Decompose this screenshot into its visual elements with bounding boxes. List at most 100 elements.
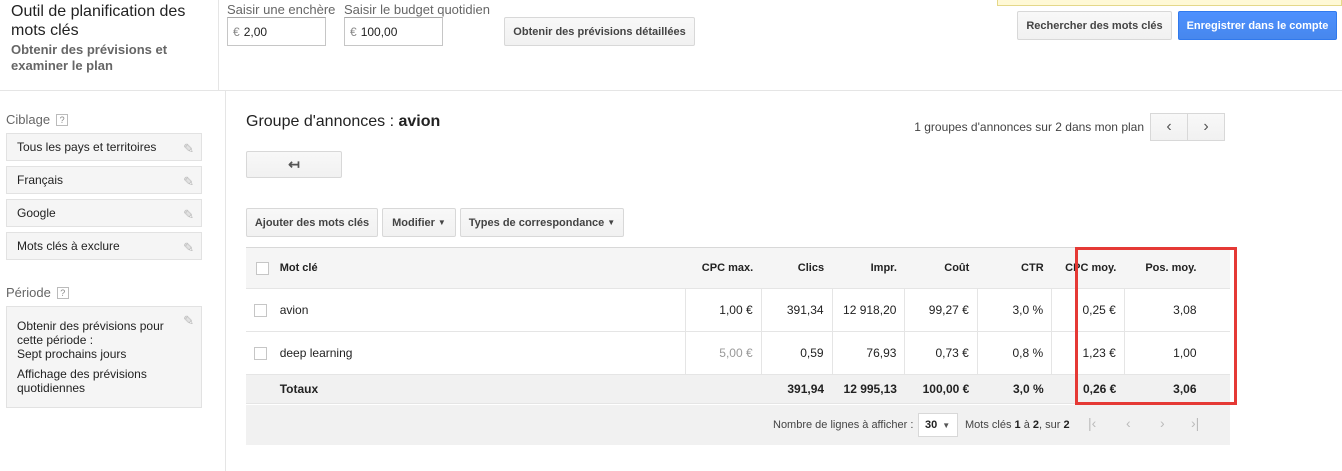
detailed-forecast-button[interactable]: Obtenir des prévisions détaillées [504,17,695,46]
period-range: Sept prochains jours [17,347,127,361]
pencil-icon[interactable]: ✎ [183,314,194,328]
caret-down-icon: ▼ [437,218,446,227]
row-select-cell [246,288,272,332]
prev-page-icon[interactable]: ‹ [1126,415,1131,431]
period-label-text: Période [6,285,51,300]
row-checkbox[interactable] [254,304,267,318]
column-header-avg-position[interactable]: Pos. moy. [1124,247,1205,289]
column-header-keyword[interactable]: Mot clé [271,247,686,289]
select-all-cell [246,247,272,289]
keywords-table: Mot clé CPC max. Clics Impr. Coût CTR CP… [246,247,1230,404]
impressions-cell: 76,93 [831,331,905,375]
targeting-item-label: Tous les pays et territoires [17,140,157,154]
row-select-cell [246,331,272,375]
next-page-icon[interactable]: › [1160,415,1165,431]
header: Outil de planification des mots clés Obt… [0,0,1342,91]
column-header-avg-cpc[interactable]: CPC moy. [1051,247,1125,289]
euro-icon: € [350,24,357,39]
period-box[interactable]: ✎ Obtenir des prévisions pour cette péri… [6,306,202,408]
column-header-ctr[interactable]: CTR [977,247,1052,289]
column-header-impressions[interactable]: Impr. [832,247,905,289]
table-row: deep learning 5,00 € 0,59 76,93 0,73 € 0… [246,331,1230,375]
rows-per-page-select[interactable]: 30 ▼ [918,413,958,437]
modify-label: Modifier [392,216,435,229]
prev-ad-group-button[interactable]: ‹ [1150,113,1188,141]
totals-spacer [1204,374,1230,404]
max-cpc-cell[interactable]: 1,00 € [685,288,762,332]
add-keywords-button[interactable]: Ajouter des mots clés [246,208,378,237]
totals-ctr-cell: 3,0 % [977,374,1052,404]
select-all-checkbox[interactable] [256,261,270,275]
row-spacer [1204,331,1230,375]
bid-label: Saisir une enchère [227,2,336,17]
table-header-row: Mot clé CPC max. Clics Impr. Coût CTR CP… [246,247,1230,289]
sidebar: Ciblage ? Tous les pays et territoires ✎… [0,91,226,471]
totals-row: Totaux 391,94 12 995,13 100,00 € 3,0 % 0… [246,374,1230,404]
bid-input[interactable]: € [227,17,326,46]
avg-cpc-cell: 0,25 € [1051,288,1125,332]
page-title: Groupe d'annonces : avion [246,113,440,131]
row-spacer [1204,288,1230,332]
match-types-label: Types de correspondance [468,216,605,229]
range-mid: à [1020,419,1033,431]
column-header-cost[interactable]: Coût [904,247,978,289]
table-row: avion 1,00 € 391,34 12 918,20 99,27 € 3,… [246,288,1230,332]
rows-per-page-label: Nombre de lignes à afficher : [773,419,914,431]
caret-down-icon: ▼ [942,420,951,430]
header-divider [218,0,219,91]
save-to-account-button[interactable]: Enregistrer dans le compte [1178,11,1337,40]
avg-position-cell: 1,00 [1123,331,1205,375]
help-icon[interactable]: ? [56,113,69,126]
targeting-item-network[interactable]: Google ✎ [6,199,202,227]
max-cpc-cell[interactable]: 5,00 € [685,331,762,375]
search-keywords-button[interactable]: Rechercher des mots clés [1017,11,1172,40]
last-page-icon[interactable]: ›| [1191,415,1199,431]
keyword-cell: avion [271,288,686,332]
pencil-icon[interactable]: ✎ [183,207,194,223]
table-footer: Nombre de lignes à afficher : 30 ▼ Mots … [246,405,1230,445]
avg-position-cell: 3,08 [1123,288,1205,332]
tooltip-edge [997,0,1342,6]
next-ad-group-button[interactable]: › [1187,113,1225,141]
chevron-left-icon: ‹ [1166,118,1172,135]
range-sep: , sur [1039,419,1064,431]
keyword-range-label: Mots clés 1 à 2, sur 2 [965,419,1070,431]
targeting-item-location[interactable]: Tous les pays et territoires ✎ [6,133,202,161]
modify-dropdown[interactable]: Modifier ▼ [382,208,456,237]
column-header-max-cpc[interactable]: CPC max. [685,247,762,289]
pencil-icon[interactable]: ✎ [183,240,194,256]
targeting-item-label: Français [17,173,64,187]
targeting-item-negative-keywords[interactable]: Mots clés à exclure ✎ [6,232,202,260]
avg-cpc-cell: 1,23 € [1051,331,1125,375]
ad-group-prefix: Groupe d'annonces : [246,113,399,130]
chevron-right-icon: › [1203,118,1209,135]
help-icon[interactable]: ? [56,286,69,299]
ad-group-pager-info: 1 groupes d'annonces sur 2 dans mon plan [914,120,1144,134]
totals-clicks-cell: 391,94 [761,374,833,404]
euro-icon: € [233,24,240,39]
match-types-dropdown[interactable]: Types de correspondance ▼ [460,208,624,237]
totals-cost-cell: 100,00 € [904,374,978,404]
totals-max-cpc-cell [685,374,762,404]
pencil-icon[interactable]: ✎ [183,141,194,157]
totals-label: Totaux [271,374,686,404]
targeting-item-language[interactable]: Français ✎ [6,166,202,194]
targeting-label-text: Ciblage [6,112,51,127]
impressions-cell: 12 918,20 [831,288,905,332]
budget-input[interactable]: € [344,17,443,46]
targeting-label: Ciblage ? [6,112,69,127]
cost-cell: 0,73 € [904,331,978,375]
pencil-icon[interactable]: ✎ [183,174,194,190]
totals-avg-position-cell: 3,06 [1124,374,1205,404]
range-total: 2 [1063,419,1070,431]
first-page-icon[interactable]: |‹ [1088,415,1096,431]
totals-blank-cell [246,374,272,404]
column-header-clicks[interactable]: Clics [761,247,833,289]
budget-label: Saisir le budget quotidien [344,2,490,17]
period-display: Affichage des prévisions quotidiennes [17,367,147,395]
back-button[interactable]: ↤ [246,151,342,178]
bid-field[interactable] [243,24,314,39]
clicks-cell: 391,34 [760,288,833,332]
row-checkbox[interactable] [254,347,267,361]
budget-field[interactable] [360,24,431,39]
